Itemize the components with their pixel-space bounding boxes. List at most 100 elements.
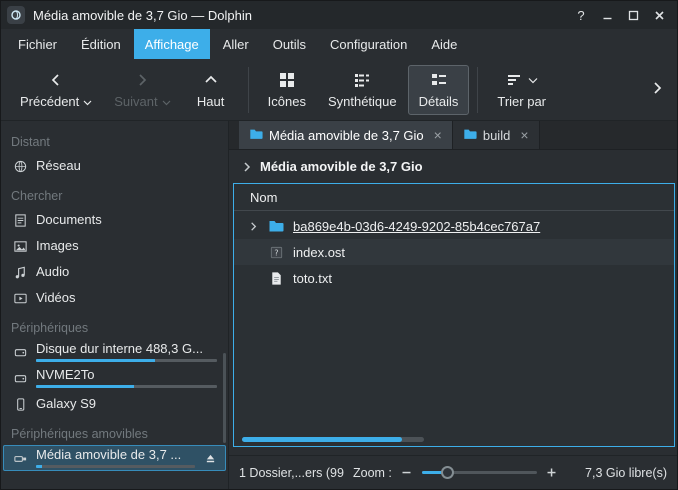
file-name[interactable]: index.ost <box>290 245 345 260</box>
unknown-file-icon: ? <box>266 245 286 260</box>
caret-down-icon <box>528 72 538 87</box>
back-button[interactable]: Précédent <box>9 65 103 115</box>
menu-item-fichier[interactable]: Fichier <box>7 29 68 59</box>
tab-close-icon[interactable]: × <box>430 127 442 143</box>
caret-down-icon <box>83 94 92 109</box>
sort-icon <box>506 71 524 89</box>
chevron-up-icon <box>203 71 219 89</box>
horizontal-scrollbar[interactable] <box>242 437 424 442</box>
file-view: Nom ba869e4b-03d6-4249-9202-85b4cec767a7 <box>233 183 675 447</box>
chevron-right-icon <box>134 71 150 89</box>
sidebar-item-media-amovible[interactable]: Média amovible de 3,7 ... <box>3 445 226 471</box>
menu-item-affichage[interactable]: Affichage <box>134 29 210 59</box>
window-title: Média amovible de 3,7 Gio — Dolphin <box>33 8 561 23</box>
place-label: Réseau <box>36 159 217 173</box>
section-header-peripheriques: Périphériques <box>1 311 228 339</box>
folder-icon <box>266 218 286 234</box>
tab-media-amovible[interactable]: Média amovible de 3,7 Gio × <box>239 121 453 149</box>
menu-item-outils[interactable]: Outils <box>262 29 317 59</box>
place-label: Documents <box>36 213 217 227</box>
file-name[interactable]: toto.txt <box>290 271 332 286</box>
tab-bar: Média amovible de 3,7 Gio × build × <box>229 121 677 150</box>
forward-button[interactable]: Suivant <box>103 65 181 115</box>
zoom-slider[interactable] <box>422 465 537 481</box>
chevron-right-icon[interactable] <box>241 161 253 173</box>
menu-item-aller[interactable]: Aller <box>212 29 260 59</box>
video-icon <box>12 290 28 306</box>
zoom-slider-fill <box>422 471 447 474</box>
sidebar-item-videos[interactable]: Vidéos <box>3 285 226 311</box>
zoom-out-icon[interactable] <box>400 466 414 480</box>
breadcrumb[interactable]: Média amovible de 3,7 Gio <box>229 150 677 183</box>
tab-close-icon[interactable]: × <box>516 127 528 143</box>
place-label: Média amovible de 3,7 ... <box>36 448 195 462</box>
sidebar-item-reseau[interactable]: Réseau <box>3 153 226 179</box>
toolbar-overflow-button[interactable] <box>645 80 669 99</box>
tab-build[interactable]: build × <box>453 121 540 149</box>
place-label: Audio <box>36 265 217 279</box>
close-button[interactable] <box>647 4 671 26</box>
compact-view-icon <box>353 71 371 89</box>
section-header-peripheriques-amovibles: Périphériques amovibles <box>1 417 228 445</box>
status-bar: 1 Dossier,...ers (99 o) Zoom : 7,3 Gio l… <box>229 455 677 489</box>
file-row-toto-txt[interactable]: toto.txt <box>234 265 674 291</box>
expand-chevron-icon[interactable] <box>244 221 262 232</box>
up-button[interactable]: Haut <box>182 65 240 115</box>
section-header-chercher: Chercher <box>1 179 228 207</box>
menu-item-configuration[interactable]: Configuration <box>319 29 418 59</box>
zoom-slider-track[interactable] <box>422 471 537 474</box>
menu-item-edition[interactable]: Édition <box>70 29 132 59</box>
place-label: Disque dur interne 488,3 G... <box>36 342 217 356</box>
caret-down-icon <box>162 94 171 109</box>
sidebar-item-galaxy-s9[interactable]: Galaxy S9 <box>3 391 226 417</box>
phone-icon <box>12 396 28 412</box>
minimize-button[interactable] <box>595 4 619 26</box>
free-space-label: 7,3 Gio libre(s) <box>585 466 667 480</box>
forward-label: Suivant <box>114 94 157 109</box>
toolbar: Précédent Suivant Haut Icônes <box>1 59 677 121</box>
compact-view-button[interactable]: Synthétique <box>317 65 408 115</box>
zoom-in-icon[interactable] <box>545 466 559 480</box>
sidebar-item-audio[interactable]: Audio <box>3 259 226 285</box>
maximize-button[interactable] <box>621 4 645 26</box>
zoom-slider-handle[interactable] <box>441 466 454 479</box>
eject-icon[interactable] <box>203 451 217 465</box>
usb-drive-icon <box>12 450 28 466</box>
chevron-left-icon <box>48 71 64 89</box>
document-icon <box>12 212 28 228</box>
column-header-label: Nom <box>250 190 277 205</box>
sidebar-item-disque-interne[interactable]: Disque dur interne 488,3 G... <box>3 339 226 365</box>
content-column: Média amovible de 3,7 Gio × build × Médi… <box>229 121 677 489</box>
sidebar-item-nvme2to[interactable]: NVME2To <box>3 365 226 391</box>
breadcrumb-location[interactable]: Média amovible de 3,7 Gio <box>260 159 423 174</box>
file-name[interactable]: ba869e4b-03d6-4249-9202-85b4cec767a7 <box>290 219 540 234</box>
file-row-folder[interactable]: ba869e4b-03d6-4249-9202-85b4cec767a7 <box>234 213 674 239</box>
section-header-distant: Distant <box>1 125 228 153</box>
places-panel: Distant Réseau Chercher Documents Images <box>1 121 229 489</box>
sort-by-button[interactable]: Trier par <box>486 65 557 115</box>
dolphin-app-icon <box>7 6 25 24</box>
column-header-nom[interactable]: Nom <box>234 184 674 211</box>
sidebar-item-images[interactable]: Images <box>3 233 226 259</box>
menu-item-aide[interactable]: Aide <box>420 29 468 59</box>
chevron-right-icon <box>649 80 665 99</box>
tab-label: Média amovible de 3,7 Gio <box>269 128 424 143</box>
folder-icon <box>249 127 263 144</box>
icons-view-button[interactable]: Icônes <box>257 65 317 115</box>
menubar: Fichier Édition Affichage Aller Outils C… <box>1 29 677 59</box>
icons-label: Icônes <box>268 94 306 109</box>
image-icon <box>12 238 28 254</box>
status-summary: 1 Dossier,...ers (99 o) <box>239 466 345 480</box>
details-label: Détails <box>419 94 459 109</box>
titlebar: Média amovible de 3,7 Gio — Dolphin ? <box>1 1 677 29</box>
file-row-index-ost[interactable]: ? index.ost <box>234 239 674 265</box>
horizontal-scrollbar-thumb[interactable] <box>242 437 402 442</box>
icons-view-icon <box>278 71 296 89</box>
help-button[interactable]: ? <box>569 4 593 26</box>
sidebar-scrollbar[interactable] <box>223 353 226 443</box>
details-view-button[interactable]: Détails <box>408 65 470 115</box>
place-label: Images <box>36 239 217 253</box>
sidebar-item-documents[interactable]: Documents <box>3 207 226 233</box>
dolphin-window: Média amovible de 3,7 Gio — Dolphin ? Fi… <box>0 0 678 490</box>
compact-label: Synthétique <box>328 94 397 109</box>
